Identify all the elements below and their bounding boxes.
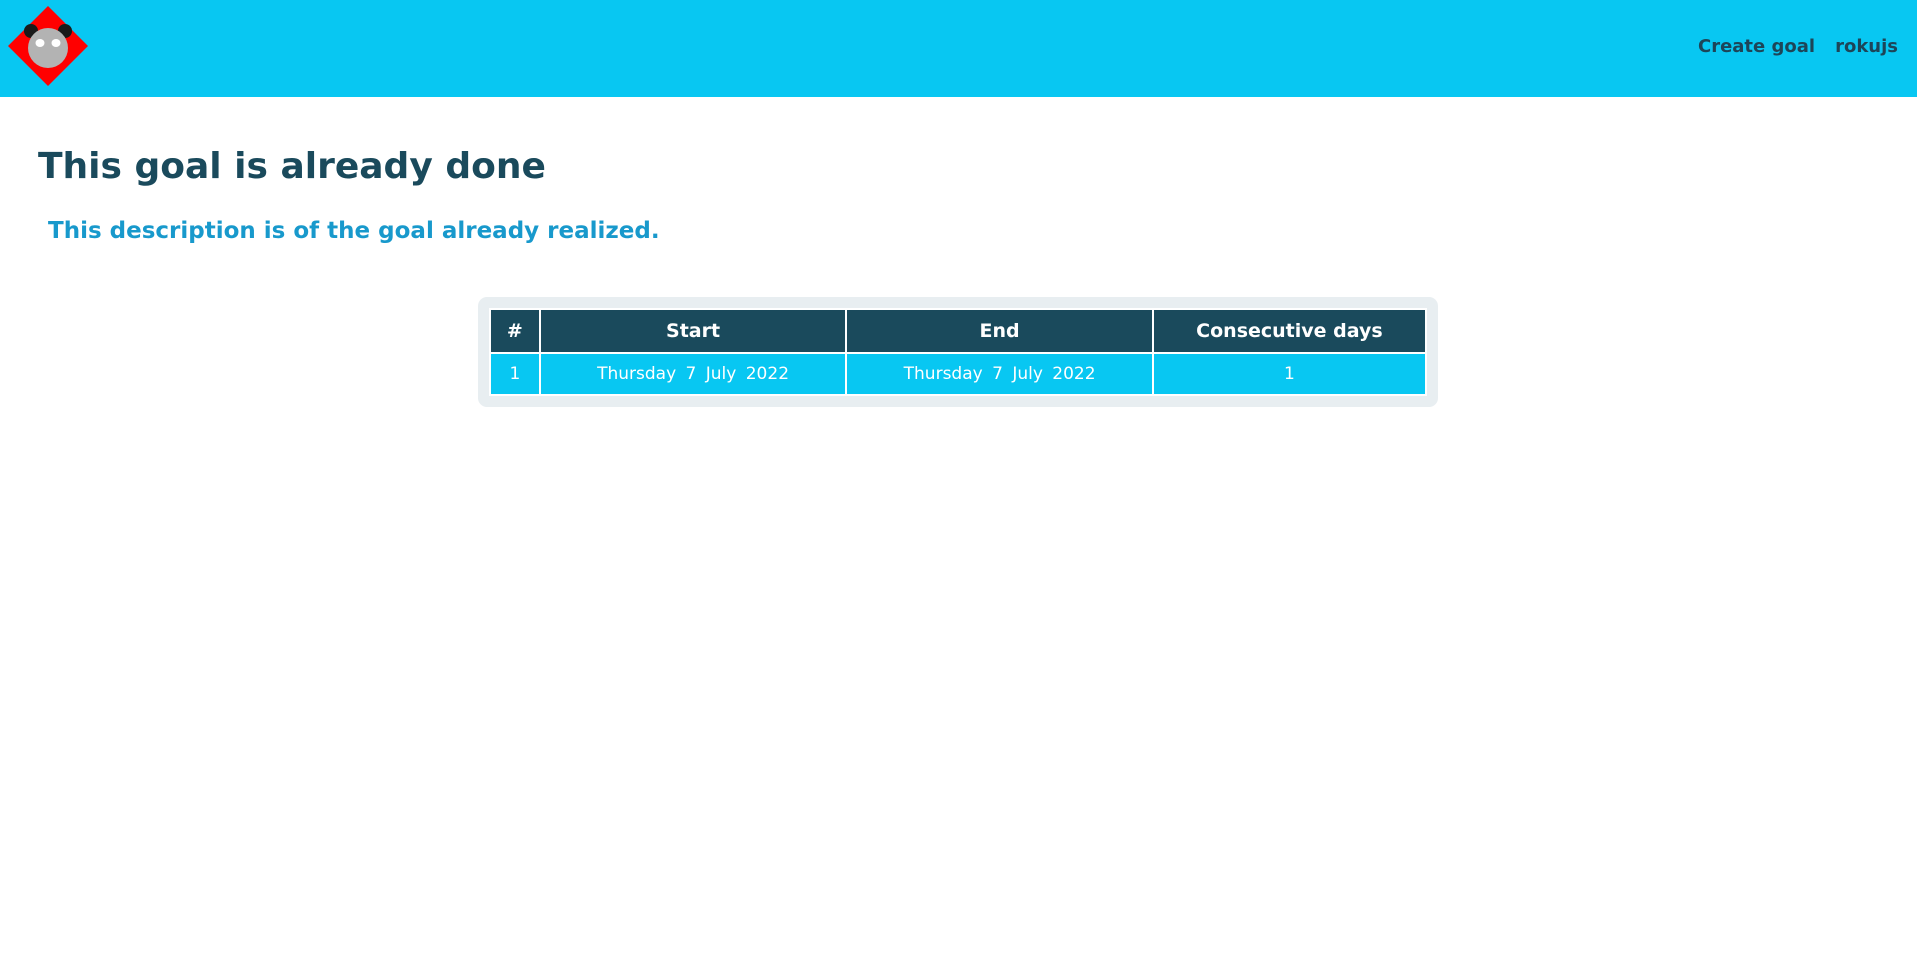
cell-number: 1 xyxy=(489,352,541,396)
create-goal-link[interactable]: Create goal xyxy=(1698,36,1815,57)
panda-logo-icon[interactable] xyxy=(8,6,88,86)
user-profile-link[interactable]: rokujs xyxy=(1835,36,1898,57)
column-header-end: End xyxy=(845,308,1154,354)
column-header-consecutive-days: Consecutive days xyxy=(1151,308,1428,354)
page-title: This goal is already done xyxy=(38,146,546,187)
table-header-row: # Start End Consecutive days xyxy=(489,308,1428,354)
column-header-start: Start xyxy=(538,308,848,354)
top-navigation-bar: Create goal rokujs xyxy=(0,0,1917,97)
header-nav: Create goal rokujs xyxy=(1698,36,1898,57)
runs-table: # Start End Consecutive days 1 Thursday … xyxy=(489,308,1428,396)
table-row: 1 Thursday 7 July 2022 Thursday 7 July 2… xyxy=(489,352,1428,396)
cell-consecutive-days: 1 xyxy=(1151,352,1428,396)
cell-start-date: Thursday 7 July 2022 xyxy=(538,352,848,396)
goal-description: This description is of the goal already … xyxy=(48,218,660,244)
column-header-number: # xyxy=(489,308,541,354)
runs-table-container: # Start End Consecutive days 1 Thursday … xyxy=(478,297,1438,407)
cell-end-date: Thursday 7 July 2022 xyxy=(845,352,1154,396)
